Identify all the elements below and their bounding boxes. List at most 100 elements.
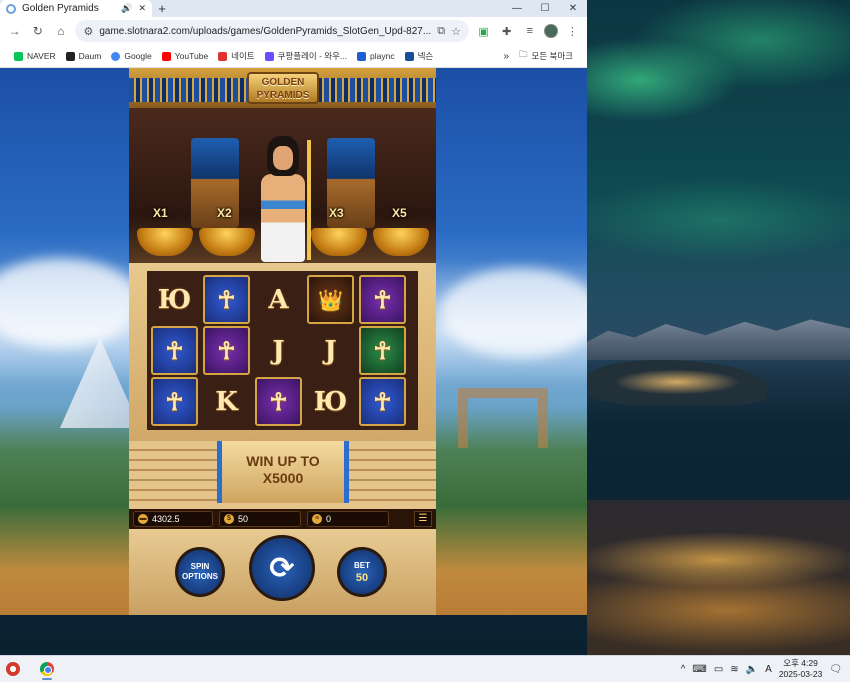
gold-bowl-icon — [137, 228, 193, 256]
input-language-icon[interactable]: A — [765, 664, 772, 675]
bookmark-plaync[interactable]: plaync — [357, 51, 395, 61]
extension-green-icon[interactable]: ▣ — [475, 25, 492, 38]
maximize-button[interactable]: ☐ — [531, 0, 559, 17]
google-icon — [111, 51, 121, 61]
all-bookmarks-folder[interactable]: 🗀 모든 북마크 — [519, 49, 573, 63]
background-cloud — [0, 258, 140, 348]
bookmark-youtube[interactable]: YouTube — [161, 51, 208, 61]
url-text[interactable]: game.slotnara2.com/uploads/games/GoldenP… — [99, 26, 431, 37]
reading-list-icon[interactable]: ≡ — [521, 25, 538, 37]
wallet-icon: ▬ — [138, 514, 148, 524]
eye-of-horus-symbol-icon: ☥ — [203, 326, 250, 375]
multiplier-x2: X2 — [217, 206, 232, 220]
reel-symbol: Ю — [313, 386, 348, 417]
multiplier-x3: X3 — [329, 206, 344, 220]
ankh-symbol-icon: ☥ — [359, 275, 406, 324]
bookmark-nexon[interactable]: 넥슨 — [404, 50, 433, 62]
bookmarks-bar: NAVER Daum Google YouTube 네이트 쿠팡플레이 - 와우… — [0, 45, 587, 68]
tab-bar: Golden Pyramids 🔊 ✕ + — ☐ ✕ — [0, 0, 587, 17]
coupang-play-icon — [264, 51, 274, 61]
address-bar[interactable]: ⚙ game.slotnara2.com/uploads/games/Golde… — [75, 20, 469, 42]
new-tab-button[interactable]: + — [152, 1, 172, 16]
gold-bowl-icon — [373, 228, 429, 256]
eye-of-horus-symbol-icon: ☥ — [151, 377, 198, 426]
plaync-icon — [357, 51, 367, 61]
taskbar-app-red[interactable] — [2, 658, 24, 680]
background-arch — [458, 388, 548, 448]
nate-icon — [218, 51, 228, 61]
reel-symbol: J — [324, 335, 337, 366]
bet-button[interactable]: BET 50 — [337, 547, 387, 597]
forward-arrow-icon[interactable]: → — [6, 24, 23, 38]
notification-icon[interactable]: 🗨 — [829, 664, 842, 675]
bookmark-star-icon[interactable]: ☆ — [451, 25, 461, 38]
status-bar: ▬ 4302.5 $ 50 ≡ 0 ☰ — [129, 509, 436, 529]
slot-game: GOLDEN PYRAMIDS X1 X2 X3 X5 Ю ☥ A � — [129, 68, 436, 615]
battery-icon[interactable]: ▭ — [714, 664, 723, 675]
reload-icon[interactable]: ↻ — [29, 24, 46, 38]
youtube-icon — [161, 51, 171, 61]
reel-symbol: Ю — [157, 284, 192, 315]
ankh-symbol-icon: ☥ — [203, 275, 250, 324]
reel-symbol: A — [268, 284, 289, 315]
game-logo: GOLDEN PYRAMIDS — [247, 72, 319, 104]
naver-icon — [14, 51, 23, 61]
ankh-symbol-icon: ☥ — [359, 377, 406, 426]
bookmark-google[interactable]: Google — [111, 51, 152, 61]
tab-title: Golden Pyramids — [22, 3, 99, 14]
spin-button[interactable]: ⟳ — [249, 535, 315, 601]
multiplier-x1: X1 — [153, 206, 168, 220]
menu-dots-icon[interactable]: ⋮ — [564, 25, 581, 38]
win-up-to-banner: WIN UP TO X5000 — [217, 441, 349, 503]
windows-taskbar: ^ ⌨ ▭ ≋ 🔈 A 오후 4:29 2025-03-23 🗨 — [0, 655, 850, 682]
bookmark-coupang-play[interactable]: 쿠팡플레이 - 와우... — [264, 50, 347, 62]
bookmark-daum[interactable]: Daum — [65, 51, 101, 61]
reel-grid: Ю ☥ A 👑 ☥ ☥ ☥ J J ☥ ☥ K ☥ Ю ☥ — [147, 271, 418, 430]
tab-golden-pyramids[interactable]: Golden Pyramids 🔊 ✕ — [0, 0, 152, 17]
keyboard-icon[interactable]: ⌨ — [692, 664, 706, 675]
background-pyramid — [60, 338, 140, 428]
app-icon — [6, 662, 20, 676]
taskbar-clock[interactable]: 오후 4:29 2025-03-23 — [779, 658, 822, 680]
bookmark-nate[interactable]: 네이트 — [218, 50, 255, 62]
taskbar-chrome[interactable] — [36, 658, 58, 680]
install-app-icon[interactable]: ⧉ — [437, 25, 445, 38]
bookmark-naver[interactable]: NAVER — [14, 51, 56, 61]
scarab-symbol-icon: ☥ — [359, 326, 406, 375]
spin-options-button[interactable]: SPIN OPTIONS — [175, 547, 225, 597]
profile-avatar[interactable] — [544, 24, 558, 38]
gold-bowl-icon — [311, 228, 367, 256]
win-display: ≡ 0 — [307, 511, 389, 527]
more-bookmarks-button[interactable]: » — [503, 51, 509, 62]
bet-display: $ 50 — [219, 511, 301, 527]
daum-icon — [65, 51, 75, 61]
eye-of-horus-symbol-icon: ☥ — [151, 326, 198, 375]
loading-favicon-icon — [6, 3, 16, 14]
cleopatra-figure — [253, 136, 313, 262]
game-header: GOLDEN PYRAMIDS — [129, 68, 436, 108]
wifi-icon[interactable]: ≋ — [730, 664, 738, 675]
multiplier-stage: X1 X2 X3 X5 — [129, 108, 436, 263]
game-controls: SPIN OPTIONS ⟳ BET 50 — [129, 529, 436, 615]
ankh-symbol-icon: ☥ — [255, 377, 302, 426]
background-cloud — [440, 268, 587, 358]
volume-icon[interactable]: 🔈 — [746, 664, 758, 675]
close-icon[interactable]: ✕ — [138, 3, 146, 14]
coin-stack-icon: ≡ — [312, 514, 322, 524]
folder-icon: 🗀 — [519, 49, 528, 59]
home-icon[interactable]: ⌂ — [52, 24, 69, 38]
multiplier-x5: X5 — [392, 206, 407, 220]
game-menu-button[interactable]: ☰ — [414, 511, 432, 527]
gold-bowl-icon — [199, 228, 255, 256]
close-window-button[interactable]: ✕ — [559, 0, 587, 17]
site-info-icon[interactable]: ⚙ — [83, 25, 93, 38]
extensions-puzzle-icon[interactable]: ✚ — [498, 25, 515, 38]
nexon-icon — [404, 51, 414, 61]
chevron-up-icon[interactable]: ^ — [681, 664, 686, 675]
speaker-icon[interactable]: 🔊 — [121, 3, 132, 14]
cleopatra-symbol-icon: 👑 — [307, 275, 354, 324]
reel-symbol: K — [215, 386, 238, 417]
window-controls: — ☐ ✕ — [503, 0, 587, 17]
reel-symbol: J — [272, 335, 285, 366]
minimize-button[interactable]: — — [503, 0, 531, 17]
